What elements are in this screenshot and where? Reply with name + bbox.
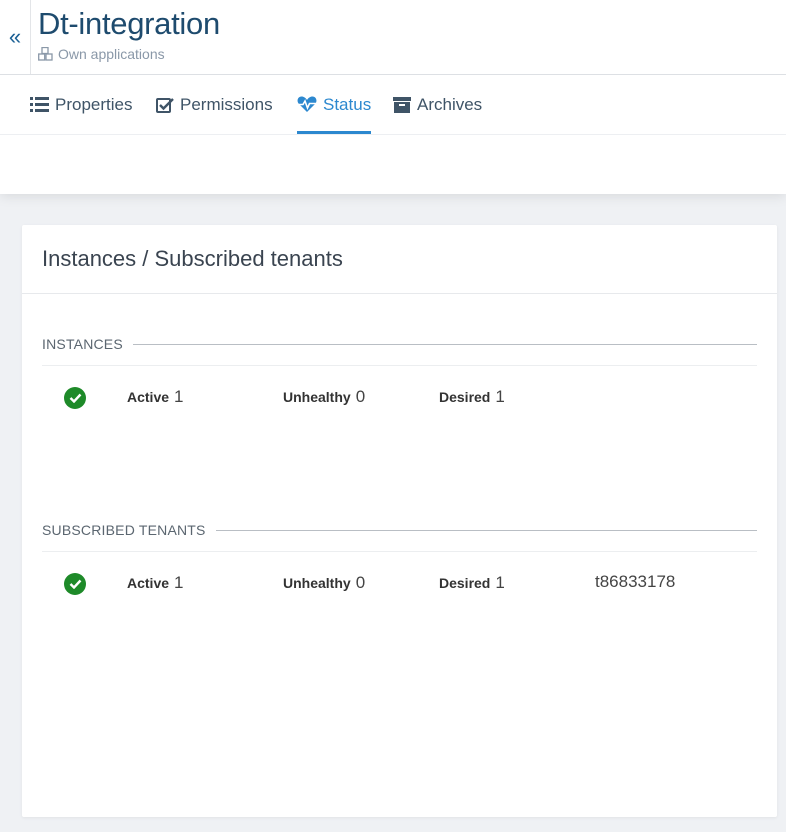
- status-card: Instances / Subscribed tenants INSTANCES…: [22, 225, 777, 817]
- page-subtitle: Own applications: [38, 46, 165, 62]
- card-title-divider: [22, 293, 777, 294]
- tenants-unhealthy-stat: Unhealthy 0: [283, 573, 365, 593]
- archive-icon: [393, 96, 411, 113]
- section-rule: [209, 530, 757, 531]
- tenants-heading: SUBSCRIBED TENANTS: [42, 522, 216, 538]
- instances-desired-stat: Desired 1: [439, 387, 505, 407]
- tab-status[interactable]: Status: [297, 75, 372, 134]
- stat-label: Unhealthy: [283, 389, 351, 405]
- section-row-divider: [42, 365, 757, 366]
- stat-label: Unhealthy: [283, 575, 351, 591]
- stat-label: Desired: [439, 389, 491, 405]
- page-title: Dt-integration: [38, 6, 220, 41]
- tab-permissions[interactable]: Permissions: [156, 75, 273, 134]
- list-icon: [30, 97, 49, 112]
- subtitle-text: Own applications: [58, 46, 165, 62]
- tabs-divider: [0, 134, 786, 135]
- stat-label: Active: [127, 389, 170, 405]
- stat-value: 1: [495, 387, 505, 406]
- tab-label: Status: [323, 94, 372, 114]
- double-chevron-left-icon: «: [8, 24, 22, 49]
- cubes-icon: [38, 47, 53, 61]
- healthy-check-icon: [64, 573, 86, 595]
- healthy-check-icon: [64, 387, 86, 409]
- section-row-divider: [42, 551, 757, 552]
- tenant-id: t86833178: [595, 572, 676, 591]
- tenants-desired-stat: Desired 1: [439, 573, 505, 593]
- stat-label: Active: [127, 575, 170, 591]
- stat-value: 1: [174, 573, 184, 592]
- tab-label: Archives: [417, 94, 483, 114]
- instances-active-stat: Active 1: [127, 387, 184, 407]
- heartbeat-icon: [297, 96, 317, 112]
- instances-heading: INSTANCES: [42, 336, 133, 352]
- stat-value: 0: [355, 387, 366, 406]
- collapse-back-button[interactable]: «: [0, 0, 31, 74]
- app-header: « Dt-integration Own applications Proper…: [0, 0, 786, 194]
- tenants-active-stat: Active 1: [127, 573, 184, 593]
- stat-label: Desired: [439, 575, 491, 591]
- tab-archives[interactable]: Archives: [393, 75, 482, 134]
- tab-label: Properties: [55, 94, 133, 114]
- stat-value: 1: [174, 387, 184, 406]
- stat-value: 1: [495, 573, 505, 592]
- tab-properties[interactable]: Properties: [30, 75, 132, 134]
- stat-value: 0: [355, 573, 366, 592]
- card-title: Instances / Subscribed tenants: [42, 246, 343, 271]
- tab-label: Permissions: [180, 94, 273, 114]
- section-rule: [132, 344, 757, 345]
- tab-bar: Properties Permissions Status Archives: [0, 75, 786, 134]
- checkbox-icon: [156, 97, 174, 113]
- instances-unhealthy-stat: Unhealthy 0: [283, 387, 365, 407]
